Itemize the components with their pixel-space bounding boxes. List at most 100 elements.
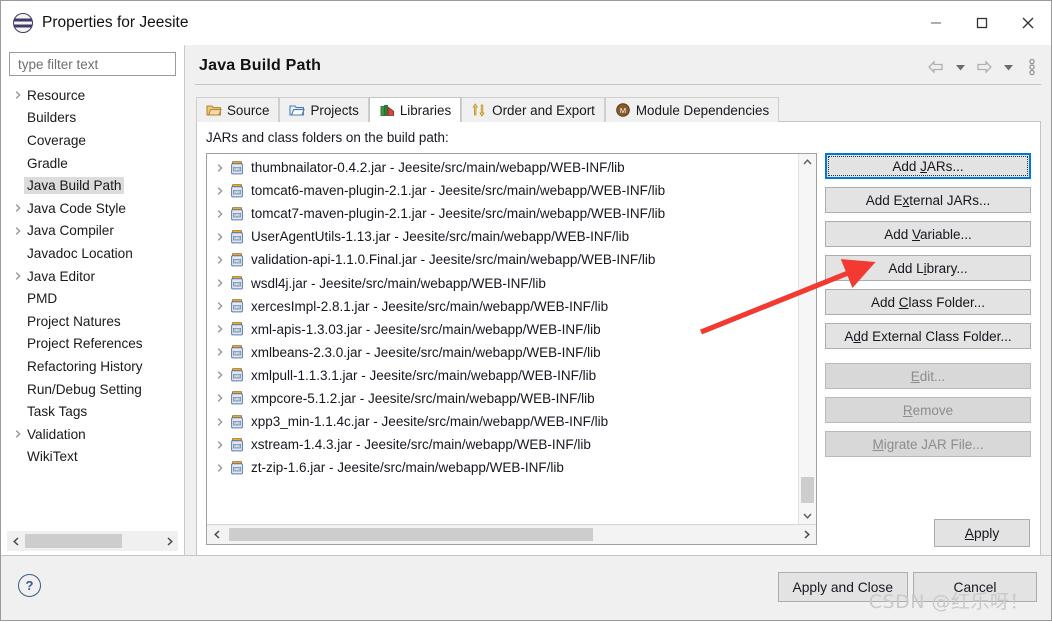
chevron-right-icon[interactable] — [211, 209, 229, 219]
library-list-item[interactable]: 010 xmlpull-1.1.3.1.jar - Jeesite/src/mai… — [207, 364, 798, 387]
library-list-item[interactable]: 010 wsdl4j.jar - Jeesite/src/main/webapp/… — [207, 271, 798, 294]
library-list-item[interactable]: 010 xercesImpl-2.8.1.jar - Jeesite/src/ma… — [207, 295, 798, 318]
chevron-right-icon[interactable] — [211, 417, 229, 427]
chevron-right-icon[interactable] — [9, 271, 27, 281]
sidebar-item-project-natures[interactable]: Project Natures — [1, 310, 184, 333]
library-list-item[interactable]: 010 tomcat6-maven-plugin-2.1.jar - Jeesit… — [207, 179, 798, 202]
libraries-panel: JARs and class folders on the build path… — [196, 121, 1041, 556]
sidebar-item-refactoring-history[interactable]: Refactoring History — [1, 355, 184, 378]
sidebar-item-pmd[interactable]: PMD — [1, 287, 184, 310]
library-path-label: xpp3_min-1.1.4c.jar - Jeesite/src/main/w… — [251, 414, 609, 430]
chevron-right-icon[interactable] — [211, 163, 229, 173]
chevron-right-icon[interactable] — [9, 203, 27, 213]
chevron-right-icon[interactable] — [9, 429, 27, 439]
help-icon[interactable]: ? — [18, 574, 41, 597]
library-list-item[interactable]: 010 xmpcore-5.1.2.jar - Jeesite/src/main/… — [207, 387, 798, 410]
sidebar-item-java-code-style[interactable]: Java Code Style — [1, 197, 184, 220]
dialog-body: Resource Builders Coverage Gradle Java Build… — [1, 45, 1051, 556]
library-path-label: xstream-1.4.3.jar - Jeesite/src/main/web… — [251, 437, 591, 453]
source-folder-icon — [206, 102, 222, 118]
tree-scroll-track[interactable] — [25, 534, 160, 548]
add-class-folder-button[interactable]: Add Class Folder... — [825, 289, 1031, 315]
list-scroll-track[interactable] — [799, 171, 816, 507]
tab-projects[interactable]: Projects — [279, 97, 369, 122]
apply-row: Apply — [207, 519, 1030, 547]
dialog-footer: ? Apply and Close Cancel CSDN @红乐呀！ — [1, 555, 1051, 620]
sidebar-item-java-compiler[interactable]: Java Compiler — [1, 220, 184, 243]
chevron-right-icon[interactable] — [211, 463, 229, 473]
jar-icon: 010 — [229, 437, 245, 453]
cancel-button[interactable]: Cancel — [913, 572, 1037, 602]
sidebar-item-builders[interactable]: Builders — [1, 107, 184, 130]
add-variable-button[interactable]: Add Variable... — [825, 221, 1031, 247]
chevron-right-icon[interactable] — [211, 301, 229, 311]
tab-module-dependencies[interactable]: M Module Dependencies — [604, 97, 780, 122]
button-label: Add Variable... — [884, 226, 972, 242]
tab-source[interactable]: Source — [196, 97, 280, 122]
add-jars-button[interactable]: Add JARs... — [825, 153, 1031, 179]
sidebar-item-javadoc-location[interactable]: Javadoc Location — [1, 242, 184, 265]
scroll-right-icon[interactable] — [160, 532, 178, 550]
library-list-item[interactable]: 010 xml-apis-1.3.03.jar - Jeesite/src/mai… — [207, 318, 798, 341]
tree-scroll-thumb[interactable] — [25, 534, 123, 548]
filter-box[interactable] — [9, 52, 176, 76]
library-list-item[interactable]: 010 xpp3_min-1.1.4c.jar - Jeesite/src/mai… — [207, 410, 798, 433]
minimize-icon[interactable] — [913, 1, 959, 45]
sidebar-item-label: Java Build Path — [24, 177, 125, 195]
chevron-right-icon[interactable] — [211, 232, 229, 242]
add-external-jars-button[interactable]: Add External JARs... — [825, 187, 1031, 213]
sidebar-item-project-references[interactable]: Project References — [1, 333, 184, 356]
list-scroll-thumb[interactable] — [801, 477, 814, 503]
tab-libraries[interactable]: Libraries — [368, 97, 462, 122]
back-arrow-icon[interactable] — [925, 57, 947, 77]
chevron-right-icon[interactable] — [211, 186, 229, 196]
forward-dropdown-icon[interactable] — [997, 57, 1019, 77]
view-menu-icon[interactable] — [1021, 57, 1043, 77]
library-list-item[interactable]: 010 zt-zip-1.6.jar - Jeesite/src/main/web… — [207, 456, 798, 479]
chevron-right-icon[interactable] — [211, 255, 229, 265]
sidebar-item-java-build-path[interactable]: Java Build Path — [1, 174, 184, 197]
svg-text:010: 010 — [234, 375, 240, 379]
library-list-item[interactable]: 010 validation-api-1.1.0.Final.jar - Jees… — [207, 248, 798, 271]
chevron-right-icon[interactable] — [9, 90, 27, 100]
sidebar-item-java-editor[interactable]: Java Editor — [1, 265, 184, 288]
filter-input[interactable] — [16, 55, 169, 73]
scroll-up-icon[interactable] — [802, 154, 813, 171]
edit-button: Edit... — [825, 363, 1031, 389]
tree-horizontal-scrollbar[interactable] — [7, 531, 178, 551]
apply-and-close-button[interactable]: Apply and Close — [777, 572, 908, 602]
add-external-class-folder-button[interactable]: Add External Class Folder... — [825, 323, 1031, 349]
libraries-listbox[interactable]: 010 thumbnailator-0.4.2.jar - Jeesite/src… — [206, 153, 817, 545]
chevron-right-icon[interactable] — [211, 324, 229, 334]
sidebar-item-gradle[interactable]: Gradle — [1, 152, 184, 175]
chevron-right-icon[interactable] — [9, 226, 27, 236]
sidebar-item-run-debug-setting[interactable]: Run/Debug Setting — [1, 378, 184, 401]
chevron-right-icon[interactable] — [211, 440, 229, 450]
libraries-list-inner: 010 thumbnailator-0.4.2.jar - Jeesite/src… — [207, 154, 816, 524]
forward-arrow-icon[interactable] — [973, 57, 995, 77]
sidebar-item-validation[interactable]: Validation — [1, 423, 184, 446]
chevron-right-icon[interactable] — [211, 278, 229, 288]
add-library-button[interactable]: Add Library... — [825, 255, 1031, 281]
sidebar-item-wikitext[interactable]: WikiText — [1, 446, 184, 469]
module-dependencies-icon: M — [615, 102, 631, 118]
list-vertical-scrollbar[interactable] — [798, 154, 816, 524]
tab-order-and-export[interactable]: Order and Export — [461, 97, 605, 122]
back-dropdown-icon[interactable] — [949, 57, 971, 77]
library-list-item[interactable]: 010 xmlbeans-2.3.0.jar - Jeesite/src/main… — [207, 341, 798, 364]
library-list-item[interactable]: 010 xstream-1.4.3.jar - Jeesite/src/main/… — [207, 433, 798, 456]
apply-button[interactable]: Apply — [934, 519, 1030, 547]
chevron-right-icon[interactable] — [211, 370, 229, 380]
library-list-item[interactable]: 010 UserAgentUtils-1.13.jar - Jeesite/src… — [207, 225, 798, 248]
close-icon[interactable] — [1005, 1, 1051, 45]
chevron-right-icon[interactable] — [211, 393, 229, 403]
library-list-item[interactable]: 010 tomcat7-maven-plugin-2.1.jar - Jeesit… — [207, 202, 798, 225]
maximize-icon[interactable] — [959, 1, 1005, 45]
sidebar-item-resource[interactable]: Resource — [1, 84, 184, 107]
library-list-item[interactable]: 010 thumbnailator-0.4.2.jar - Jeesite/src… — [207, 156, 798, 179]
sidebar-item-coverage[interactable]: Coverage — [1, 129, 184, 152]
sidebar-item-task-tags[interactable]: Task Tags — [1, 400, 184, 423]
scroll-left-icon[interactable] — [7, 532, 25, 550]
button-label: Add External JARs... — [865, 192, 991, 208]
chevron-right-icon[interactable] — [211, 347, 229, 357]
